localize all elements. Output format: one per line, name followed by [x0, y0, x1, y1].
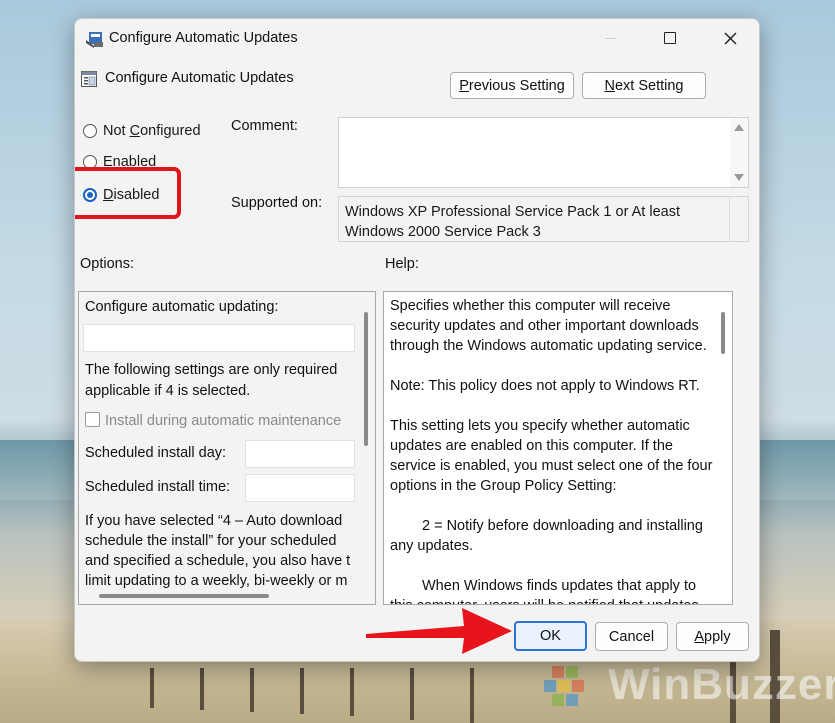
- supported-line: Windows 2000 Service Pack 3: [345, 224, 541, 240]
- group-policy-setting-dialog: Configure Automatic Updates Configure Au…: [74, 18, 760, 662]
- options-panel[interactable]: Configure automatic updating: The follow…: [78, 291, 376, 605]
- policy-setting-icon: [81, 71, 97, 87]
- scroll-up-icon[interactable]: [734, 124, 744, 131]
- options-label: Options:: [80, 256, 134, 272]
- button-label: pply: [704, 628, 731, 645]
- scroll-down-icon[interactable]: [734, 174, 744, 181]
- scroll-thumb[interactable]: [99, 594, 269, 598]
- supported-on-field: Windows XP Professional Service Pack 1 o…: [338, 196, 749, 242]
- radio-not-configured[interactable]: Not Configured: [83, 123, 201, 139]
- help-vertical-scrollbar[interactable]: [714, 292, 732, 604]
- window-title: Configure Automatic Updates: [109, 30, 298, 46]
- fence-post: [200, 668, 204, 710]
- options-paragraph-line: limit updating to a weekly, bi-weekly or…: [85, 573, 348, 589]
- configure-updating-label: Configure automatic updating:: [85, 299, 279, 315]
- policy-name: Configure Automatic Updates: [105, 70, 294, 86]
- red-arrow-annotation: [366, 608, 512, 654]
- apply-button[interactable]: Apply: [676, 622, 749, 651]
- fence-post: [250, 668, 254, 712]
- install-day-dropdown[interactable]: [245, 440, 355, 468]
- help-label: Help:: [385, 256, 419, 272]
- help-panel[interactable]: Specifies whether this computer will rec…: [383, 291, 733, 605]
- fence-post: [350, 668, 354, 716]
- button-label: ext Setting: [614, 77, 684, 94]
- fence-post: [470, 668, 474, 723]
- comment-label: Comment:: [231, 118, 298, 134]
- button-label: revious Setting: [468, 77, 565, 94]
- button-label: OK: [540, 628, 561, 644]
- help-paragraph: 2 = Notify before downloading and instal…: [390, 518, 703, 554]
- supported-on-label: Supported on:: [231, 195, 323, 211]
- close-icon: [723, 31, 737, 45]
- radio-circle: [83, 124, 97, 138]
- maintenance-checkbox[interactable]: Install during automatic maintenance: [85, 412, 341, 429]
- button-label: Cancel: [608, 628, 655, 645]
- maximize-button[interactable]: [647, 19, 693, 57]
- checkbox-label: Install during automatic maintenance: [105, 413, 342, 429]
- options-note-line: The following settings are only required: [85, 362, 338, 378]
- scroll-thumb[interactable]: [364, 312, 368, 446]
- minimize-icon: [604, 37, 616, 39]
- winbuzzer-logo-icon: [544, 666, 584, 706]
- mnemonic-letter: A: [694, 628, 705, 645]
- help-paragraph: This setting lets you specify whether au…: [390, 418, 713, 494]
- options-paragraph-line: schedule the install” for your scheduled: [85, 533, 337, 549]
- comment-textarea[interactable]: [338, 117, 749, 188]
- supported-line: Windows XP Professional Service Pack 1 o…: [345, 204, 680, 220]
- watermark-text: WinBuzzer: [608, 660, 835, 709]
- mnemonic-letter: P: [459, 77, 469, 94]
- comment-scrollbar[interactable]: [730, 118, 748, 187]
- fence-post: [300, 668, 304, 714]
- mnemonic-letter: N: [604, 77, 615, 94]
- options-paragraph-line: If you have selected “4 – Auto download: [85, 513, 343, 529]
- options-paragraph-line: and specified a schedule, you also have …: [85, 553, 351, 569]
- scroll-thumb[interactable]: [721, 312, 725, 354]
- options-vertical-scrollbar[interactable]: [357, 292, 375, 588]
- ok-button[interactable]: OK: [514, 621, 587, 651]
- fence-post: [410, 668, 414, 720]
- disabled-highlight-box: [75, 167, 181, 219]
- group-policy-app-icon: [86, 32, 103, 48]
- help-text: Specifies whether this computer will rec…: [390, 296, 720, 604]
- options-note-line: applicable if 4 is selected.: [85, 383, 251, 399]
- previous-setting-button[interactable]: Previous Setting: [450, 72, 574, 99]
- help-paragraph: When Windows finds updates that apply to…: [390, 578, 699, 604]
- radio-label: Not Configured: [103, 123, 201, 139]
- minimize-button[interactable]: [587, 19, 633, 57]
- checkbox-box: [85, 412, 100, 427]
- install-time-label: Scheduled install time:: [85, 479, 231, 495]
- options-horizontal-scrollbar[interactable]: [79, 588, 359, 604]
- title-bar[interactable]: Configure Automatic Updates: [75, 19, 759, 59]
- install-time-dropdown[interactable]: [245, 474, 355, 502]
- next-setting-button[interactable]: Next Setting: [582, 72, 706, 99]
- maximize-icon: [664, 32, 676, 44]
- close-button[interactable]: [707, 19, 753, 57]
- install-day-label: Scheduled install day:: [85, 445, 227, 461]
- fence-post: [150, 668, 154, 708]
- cancel-button[interactable]: Cancel: [595, 622, 668, 651]
- help-paragraph: Specifies whether this computer will rec…: [390, 298, 707, 354]
- help-paragraph: Note: This policy does not apply to Wind…: [390, 378, 700, 394]
- configure-updating-dropdown[interactable]: [83, 324, 355, 352]
